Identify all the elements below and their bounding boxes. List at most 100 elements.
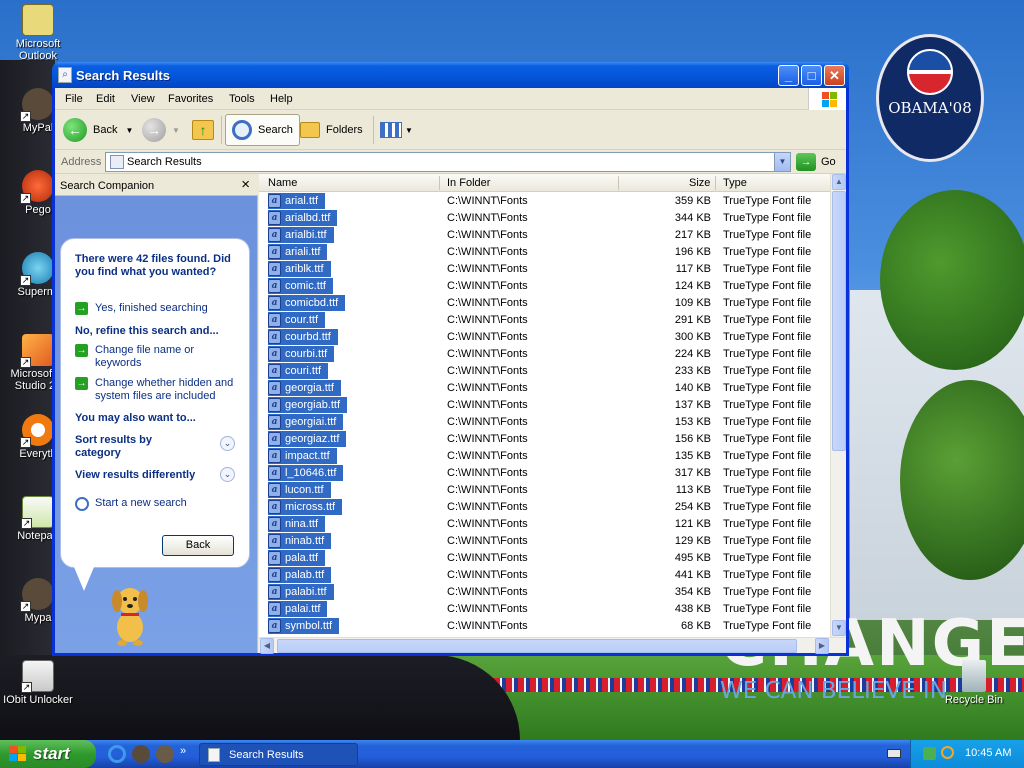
table-row[interactable]: a comic.ttf C:\WINNT\Fonts 124 KB TrueType F…: [259, 278, 833, 295]
go-arrow-icon[interactable]: →: [796, 153, 816, 171]
file-name-cell[interactable]: a arialbd.ttf: [268, 210, 338, 226]
forward-button[interactable]: → ▼: [142, 114, 180, 146]
go-button[interactable]: Go: [821, 156, 836, 168]
up-folder-button[interactable]: ↑: [192, 114, 214, 146]
column-divider[interactable]: [715, 176, 716, 190]
close-button[interactable]: ✕: [824, 65, 845, 86]
address-field[interactable]: Search Results ▼: [105, 152, 791, 172]
browser-quicklaunch-icon[interactable]: [156, 745, 174, 763]
table-row[interactable]: a palabi.ttf C:\WINNT\Fonts 354 KB TrueType …: [259, 584, 833, 601]
table-row[interactable]: a micross.ttf C:\WINNT\Fonts 254 KB TrueType…: [259, 499, 833, 516]
yes-finished-option[interactable]: → Yes, finished searching: [75, 302, 208, 315]
table-row[interactable]: a pala.ttf C:\WINNT\Fonts 495 KB TrueType Fo…: [259, 550, 833, 567]
quicklaunch-expand-icon[interactable]: »: [180, 745, 198, 763]
expand-chevron-icon[interactable]: ⌄: [220, 467, 235, 482]
vertical-scrollbar[interactable]: ▲ ▼: [830, 174, 846, 637]
mypal-quicklaunch-icon[interactable]: [132, 745, 150, 763]
table-row[interactable]: a nina.ttf C:\WINNT\Fonts 121 KB TrueType Fo…: [259, 516, 833, 533]
table-row[interactable]: a palai.ttf C:\WINNT\Fonts 438 KB TrueType F…: [259, 601, 833, 618]
table-row[interactable]: a arial.ttf C:\WINNT\Fonts 359 KB TrueType F…: [259, 193, 833, 210]
file-name-cell[interactable]: a courbd.ttf: [268, 329, 338, 345]
address-dropdown-icon[interactable]: ▼: [774, 153, 790, 171]
change-file-name-option[interactable]: → Change file name or keywords: [75, 344, 225, 370]
column-type[interactable]: Type: [723, 177, 747, 189]
table-row[interactable]: a palab.ttf C:\WINNT\Fonts 441 KB TrueType F…: [259, 567, 833, 584]
horizontal-scrollbar[interactable]: ◀ ▶: [259, 637, 846, 654]
table-row[interactable]: a georgia.ttf C:\WINNT\Fonts 140 KB TrueType…: [259, 380, 833, 397]
table-row[interactable]: a georgiaz.ttf C:\WINNT\Fonts 156 KB TrueTyp…: [259, 431, 833, 448]
table-row[interactable]: a ariblk.ttf C:\WINNT\Fonts 117 KB TrueType …: [259, 261, 833, 278]
taskbar-item-search-results[interactable]: Search Results: [199, 743, 358, 766]
search-button[interactable]: Search: [225, 114, 300, 146]
search-tray-icon[interactable]: [941, 746, 954, 759]
network-icon[interactable]: [923, 747, 936, 760]
views-button[interactable]: ▼: [380, 114, 413, 146]
file-name-cell[interactable]: a ariali.ttf: [268, 244, 328, 260]
title-bar[interactable]: ⌕ Search Results _ □ ✕: [52, 62, 849, 88]
table-row[interactable]: a georgiai.ttf C:\WINNT\Fonts 153 KB TrueTyp…: [259, 414, 833, 431]
table-row[interactable]: a arialbi.ttf C:\WINNT\Fonts 217 KB TrueType…: [259, 227, 833, 244]
table-row[interactable]: a arialbd.ttf C:\WINNT\Fonts 344 KB TrueType…: [259, 210, 833, 227]
view-results-option[interactable]: View results differently: [75, 469, 195, 482]
scroll-left-icon[interactable]: ◀: [260, 638, 274, 654]
folders-button[interactable]: Folders: [300, 114, 363, 146]
file-name-cell[interactable]: a nina.ttf: [268, 516, 326, 532]
file-name-cell[interactable]: a georgiab.ttf: [268, 397, 348, 413]
table-row[interactable]: a cour.ttf C:\WINNT\Fonts 291 KB TrueType Fo…: [259, 312, 833, 329]
scroll-thumb[interactable]: [832, 191, 846, 451]
minimize-button[interactable]: _: [778, 65, 799, 86]
file-name-cell[interactable]: a georgia.ttf: [268, 380, 341, 396]
table-row[interactable]: a courbd.ttf C:\WINNT\Fonts 300 KB TrueType …: [259, 329, 833, 346]
menu-view[interactable]: View: [131, 93, 155, 105]
file-name-cell[interactable]: a arialbi.ttf: [268, 227, 334, 243]
desktop-icon-outlook[interactable]: Microsoft Outlook: [2, 4, 74, 62]
new-search-option[interactable]: Start a new search: [75, 497, 187, 511]
file-name-cell[interactable]: a l_10646.ttf: [268, 465, 344, 481]
column-name[interactable]: Name: [268, 177, 297, 189]
back-button[interactable]: ← Back ▼: [63, 114, 133, 146]
expand-chevron-icon[interactable]: ⌄: [220, 436, 235, 451]
table-row[interactable]: a comicbd.ttf C:\WINNT\Fonts 109 KB TrueType…: [259, 295, 833, 312]
menu-help[interactable]: Help: [270, 93, 293, 105]
change-hidden-files-option[interactable]: → Change whether hidden and system files…: [75, 377, 240, 403]
file-name-cell[interactable]: a ninab.ttf: [268, 533, 332, 549]
file-name-cell[interactable]: a couri.ttf: [268, 363, 329, 379]
menu-tools[interactable]: Tools: [229, 93, 255, 105]
table-row[interactable]: a georgiab.ttf C:\WINNT\Fonts 137 KB TrueTyp…: [259, 397, 833, 414]
companion-back-button[interactable]: Back: [162, 535, 234, 556]
table-row[interactable]: a l_10646.ttf C:\WINNT\Fonts 317 KB TrueType…: [259, 465, 833, 482]
column-size[interactable]: Size: [689, 177, 710, 189]
scroll-right-icon[interactable]: ▶: [815, 638, 829, 654]
scroll-up-icon[interactable]: ▲: [832, 174, 846, 190]
file-name-cell[interactable]: a palabi.ttf: [268, 584, 334, 600]
table-row[interactable]: a lucon.ttf C:\WINNT\Fonts 113 KB TrueType F…: [259, 482, 833, 499]
file-name-cell[interactable]: a cour.ttf: [268, 312, 326, 328]
menu-edit[interactable]: Edit: [96, 93, 115, 105]
file-name-cell[interactable]: a lucon.ttf: [268, 482, 331, 498]
file-name-cell[interactable]: a georgiaz.ttf: [268, 431, 347, 447]
file-name-cell[interactable]: a ariblk.ttf: [268, 261, 331, 277]
file-name-cell[interactable]: a arial.ttf: [268, 193, 326, 209]
internet-explorer-icon[interactable]: [108, 745, 126, 763]
column-divider[interactable]: [439, 176, 440, 190]
maximize-button[interactable]: □: [801, 65, 822, 86]
file-name-cell[interactable]: a courbi.ttf: [268, 346, 335, 362]
column-divider[interactable]: [618, 176, 619, 190]
start-button[interactable]: start: [0, 740, 96, 768]
file-name-cell[interactable]: a micross.ttf: [268, 499, 343, 515]
column-in-folder[interactable]: In Folder: [447, 177, 490, 189]
file-name-cell[interactable]: a comic.ttf: [268, 278, 333, 294]
file-name-cell[interactable]: a georgiai.ttf: [268, 414, 344, 430]
desktop-icon-recycle-bin[interactable]: Recycle Bin: [938, 660, 1010, 706]
scroll-down-icon[interactable]: ▼: [832, 620, 846, 636]
table-row[interactable]: a symbol.ttf C:\WINNT\Fonts 68 KB TrueType F…: [259, 618, 833, 635]
file-name-cell[interactable]: a comicbd.ttf: [268, 295, 346, 311]
file-name-cell[interactable]: a impact.ttf: [268, 448, 337, 464]
table-row[interactable]: a couri.ttf C:\WINNT\Fonts 233 KB TrueType F…: [259, 363, 833, 380]
file-name-cell[interactable]: a palai.ttf: [268, 601, 328, 617]
file-name-cell[interactable]: a symbol.ttf: [268, 618, 340, 634]
back-dropdown-icon[interactable]: ▼: [125, 126, 133, 135]
table-row[interactable]: a courbi.ttf C:\WINNT\Fonts 224 KB TrueType …: [259, 346, 833, 363]
keyboard-icon[interactable]: [887, 749, 901, 758]
table-row[interactable]: a ariali.ttf C:\WINNT\Fonts 196 KB TrueType …: [259, 244, 833, 261]
